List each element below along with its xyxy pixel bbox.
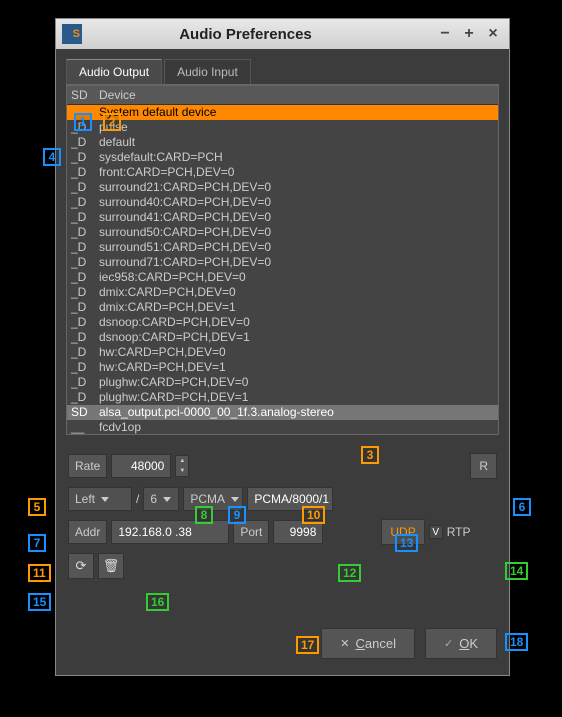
rate-spinner[interactable]: ▲▼ bbox=[175, 455, 189, 477]
device-row[interactable]: _Dplughw:CARD=PCH,DEV=1 bbox=[67, 390, 498, 405]
annotation-badge: 16 bbox=[146, 593, 169, 611]
annotation-badge: 1 bbox=[74, 113, 92, 131]
dialog-buttons: ✕ Cancel ✓ OK bbox=[321, 628, 497, 659]
refresh-icon: ⟳ bbox=[76, 558, 87, 574]
chevron-down-icon bbox=[231, 497, 239, 502]
window-title: Audio Preferences bbox=[90, 26, 431, 43]
delete-button[interactable]: 🗑 bbox=[98, 553, 124, 579]
annotation-badge: 6 bbox=[513, 498, 531, 516]
device-row[interactable]: _Ddsnoop:CARD=PCH,DEV=1 bbox=[67, 330, 498, 345]
trash-icon: 🗑 bbox=[103, 558, 120, 574]
chevron-down-icon bbox=[163, 497, 171, 502]
device-row[interactable]: _Dsurround71:CARD=PCH,DEV=0 bbox=[67, 255, 498, 270]
maximize-button[interactable]: + bbox=[459, 24, 479, 44]
controls: Rate 48000 ▲▼ R Left / 6 PCMA bbox=[66, 453, 499, 579]
chevron-down-icon bbox=[101, 497, 109, 502]
annotation-badge: 4 bbox=[43, 148, 61, 166]
annotation-badge: 10 bbox=[302, 506, 325, 524]
checkmark-icon: V bbox=[429, 525, 443, 539]
tab-audio-output[interactable]: Audio Output bbox=[66, 59, 162, 84]
device-row[interactable]: _Ddmix:CARD=PCH,DEV=0 bbox=[67, 285, 498, 300]
tab-bar: Audio Output Audio Input bbox=[66, 59, 499, 85]
device-row[interactable]: _Dplughw:CARD=PCH,DEV=0 bbox=[67, 375, 498, 390]
ok-button[interactable]: ✓ OK bbox=[425, 628, 497, 659]
annotation-badge: 7 bbox=[28, 534, 46, 552]
app-icon: S bbox=[62, 24, 82, 44]
device-row[interactable]: _Dpulse bbox=[67, 120, 498, 135]
device-row[interactable]: _Dhw:CARD=PCH,DEV=1 bbox=[67, 360, 498, 375]
device-row[interactable]: _Dsurround50:CARD=PCH,DEV=0 bbox=[67, 225, 498, 240]
header-sd[interactable]: SD bbox=[67, 86, 95, 104]
device-row[interactable]: _Dhw:CARD=PCH,DEV=0 bbox=[67, 345, 498, 360]
minimize-button[interactable]: − bbox=[435, 24, 455, 44]
cancel-button[interactable]: ✕ Cancel bbox=[321, 628, 415, 659]
device-row[interactable]: _Dsurround51:CARD=PCH,DEV=0 bbox=[67, 240, 498, 255]
device-row[interactable]: _Ddsnoop:CARD=PCH,DEV=0 bbox=[67, 315, 498, 330]
r-button[interactable]: R bbox=[470, 453, 497, 479]
rtp-label: RTP bbox=[447, 525, 471, 539]
device-row[interactable]: __fcdv1op bbox=[67, 420, 498, 435]
content-area: Audio Output Audio Input SD Device Syste… bbox=[56, 49, 509, 579]
tab-audio-input[interactable]: Audio Input bbox=[164, 59, 251, 84]
annotation-badge: 11 bbox=[28, 564, 51, 582]
ok-icon: ✓ bbox=[444, 637, 453, 650]
annotation-badge: 14 bbox=[505, 562, 528, 580]
titlebar: S Audio Preferences − + × bbox=[56, 19, 509, 49]
device-list[interactable]: SD Device System default device_Dpulse_D… bbox=[66, 85, 499, 435]
device-row[interactable]: _Dsurround41:CARD=PCH,DEV=0 bbox=[67, 210, 498, 225]
device-row[interactable]: _Dfront:CARD=PCH,DEV=0 bbox=[67, 165, 498, 180]
list-header: SD Device bbox=[67, 86, 498, 105]
close-button[interactable]: × bbox=[483, 24, 503, 44]
device-row[interactable]: _Diec958:CARD=PCH,DEV=0 bbox=[67, 270, 498, 285]
device-row[interactable]: _Dsysdefault:CARD=PCH bbox=[67, 150, 498, 165]
annotation-badge: 9 bbox=[228, 506, 246, 524]
rate-input[interactable]: 48000 bbox=[111, 454, 171, 478]
addr-label: Addr bbox=[68, 520, 107, 544]
cancel-icon: ✕ bbox=[340, 637, 349, 650]
annotation-badge: 5 bbox=[28, 498, 46, 516]
device-row[interactable]: System default device bbox=[67, 105, 498, 120]
device-row[interactable]: SDalsa_output.pci-0000_00_1f.3.analog-st… bbox=[67, 405, 498, 420]
device-row[interactable]: _Dsurround21:CARD=PCH,DEV=0 bbox=[67, 180, 498, 195]
annotation-badge: 15 bbox=[28, 593, 51, 611]
channel-select[interactable]: Left bbox=[68, 487, 132, 511]
annotation-badge: 2 bbox=[103, 113, 121, 131]
refresh-button[interactable]: ⟳ bbox=[68, 553, 94, 579]
channel-num-select[interactable]: 6 bbox=[143, 487, 179, 511]
device-row[interactable]: _Ddmix:CARD=PCH,DEV=1 bbox=[67, 300, 498, 315]
annotation-badge: 8 bbox=[195, 506, 213, 524]
header-device[interactable]: Device bbox=[95, 86, 498, 104]
rate-label: Rate bbox=[68, 454, 107, 478]
annotation-badge: 13 bbox=[395, 534, 418, 552]
device-row[interactable]: _Ddefault bbox=[67, 135, 498, 150]
rtp-checkbox[interactable]: V RTP bbox=[429, 525, 471, 539]
annotation-badge: 12 bbox=[338, 564, 361, 582]
device-row[interactable]: _Dsurround40:CARD=PCH,DEV=0 bbox=[67, 195, 498, 210]
channel-separator: / bbox=[136, 492, 139, 506]
annotation-badge: 18 bbox=[505, 633, 528, 651]
annotation-badge: 17 bbox=[296, 636, 319, 654]
window: S Audio Preferences − + × Audio Output A… bbox=[55, 18, 510, 676]
annotation-badge: 3 bbox=[361, 446, 379, 464]
